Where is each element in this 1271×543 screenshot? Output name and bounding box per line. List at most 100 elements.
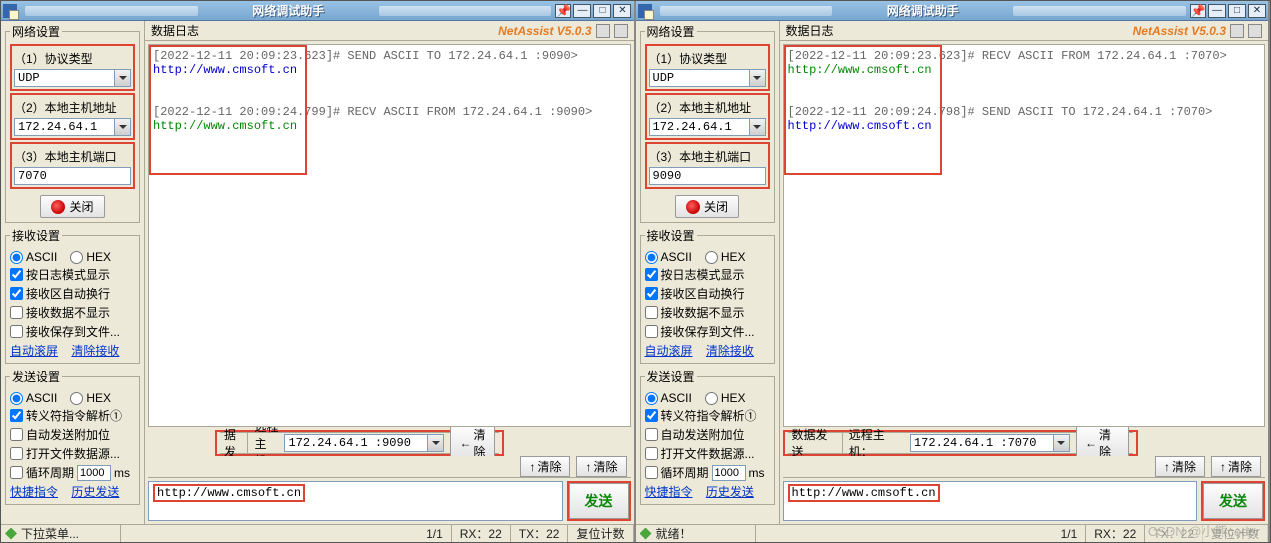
remote-host-select[interactable]: 172.24.64.1 :9090 — [284, 434, 444, 452]
recv-autowrap-check[interactable] — [645, 287, 658, 300]
clearrecv-link[interactable]: 清除接收 — [71, 344, 119, 358]
protocol-type-select[interactable]: UDP — [14, 69, 131, 87]
maximize-button[interactable]: □ — [1228, 4, 1246, 18]
historysend-link[interactable]: 历史发送 — [706, 485, 754, 499]
send-autoappend-check[interactable] — [645, 428, 658, 441]
main-panel: 数据日志 NetAssist V5.0.3 [2022-12-11 20:09:… — [145, 21, 634, 524]
log-area[interactable]: [2022-12-11 20:09:23.623]# SEND ASCII TO… — [148, 44, 631, 427]
record-icon — [686, 200, 700, 214]
minimize-button[interactable]: — — [573, 4, 591, 18]
send-openfile-check[interactable] — [645, 447, 658, 460]
send-button[interactable]: 发送 — [569, 483, 629, 519]
chevron-down-icon[interactable] — [114, 70, 130, 86]
app-window-right: 网络调试助手 📌 — □ ✕ 网络设置 （1）协议类型 UDP （2）本地主机地… — [636, 1, 1271, 542]
pin-icon[interactable]: 📌 — [1190, 4, 1206, 18]
diamond-icon[interactable] — [1230, 24, 1244, 38]
recv-ascii-radio[interactable] — [10, 251, 23, 264]
app-icon — [638, 4, 652, 18]
clear-send-button-2[interactable]: ↑ 清除 — [576, 456, 626, 477]
pin-icon[interactable]: 📌 — [555, 4, 571, 18]
titlebar[interactable]: 网络调试助手 📌 — □ ✕ — [1, 1, 634, 21]
send-input[interactable]: http://www.cmsoft.cn — [148, 481, 563, 521]
send-button[interactable]: 发送 — [1203, 483, 1263, 519]
protocol-type-label: （1）协议类型 — [14, 50, 131, 67]
recv-hex-radio[interactable] — [705, 251, 718, 264]
send-hex-radio[interactable] — [705, 392, 718, 405]
autoscroll-link[interactable]: 自动滚屏 — [645, 344, 693, 358]
protocol-type-select[interactable]: UDP — [649, 69, 766, 87]
status-page: 1/1 — [1053, 525, 1087, 542]
recv-nodisplay-check[interactable] — [10, 306, 23, 319]
diamond-icon[interactable] — [596, 24, 610, 38]
send-loop-check[interactable] — [645, 466, 658, 479]
status-bar: 就绪！ 1/1 RX：22 TX：22 复位计数 CSDN @小熊coder — [636, 524, 1269, 542]
status-rx: RX：22 — [452, 525, 511, 542]
send-ascii-radio[interactable] — [645, 392, 658, 405]
status-rx: RX：22 — [1086, 525, 1145, 542]
record-icon — [51, 200, 65, 214]
send-hex-radio[interactable] — [70, 392, 83, 405]
log-area[interactable]: [2022-12-11 20:09:23.623]# RECV ASCII FR… — [783, 44, 1266, 427]
quickcmd-link[interactable]: 快捷指令 — [10, 485, 58, 499]
chevron-down-icon[interactable] — [427, 435, 443, 451]
local-port-input[interactable]: 9090 — [649, 167, 766, 185]
send-escape-check[interactable] — [10, 409, 23, 422]
app-window-left: 网络调试助手 📌 — □ ✕ 网络设置 （1）协议类型 UDP （2）本地 — [1, 1, 636, 542]
chevron-down-icon[interactable] — [749, 119, 765, 135]
chevron-down-icon[interactable] — [1053, 435, 1069, 451]
status-ready: 就绪！ — [656, 525, 692, 542]
reset-count-button[interactable]: 复位计数 — [568, 525, 633, 542]
autoscroll-link[interactable]: 自动滚屏 — [10, 344, 58, 358]
clear-send-button[interactable]: ↑ 清除 — [520, 456, 570, 477]
quickcmd-link[interactable]: 快捷指令 — [645, 485, 693, 499]
chevron-down-icon[interactable] — [114, 119, 130, 135]
titlebar[interactable]: 网络调试助手 📌 — □ ✕ — [636, 1, 1269, 21]
minimize-button[interactable]: — — [1208, 4, 1226, 18]
local-port-input[interactable]: 7070 — [14, 167, 131, 185]
historysend-link[interactable]: 历史发送 — [71, 485, 119, 499]
sidebar: 网络设置 （1）协议类型 UDP （2）本地主机地址 172.24.64.1 — [1, 21, 145, 524]
remote-host-select[interactable]: 172.24.64.1 :7070 — [910, 434, 1070, 452]
gear-icon[interactable] — [614, 24, 628, 38]
close-window-button[interactable]: ✕ — [1248, 4, 1266, 18]
status-dropdown[interactable]: 下拉菜单... — [21, 525, 79, 542]
send-openfile-check[interactable] — [10, 447, 23, 460]
window-title: 网络调试助手 — [202, 2, 375, 19]
recv-logmode-check[interactable] — [10, 268, 23, 281]
send-autoappend-check[interactable] — [10, 428, 23, 441]
status-icon — [5, 528, 17, 540]
recv-nodisplay-check[interactable] — [645, 306, 658, 319]
local-host-select[interactable]: 172.24.64.1 — [14, 118, 131, 136]
local-host-select[interactable]: 172.24.64.1 — [649, 118, 766, 136]
sidebar: 网络设置 （1）协议类型 UDP （2）本地主机地址 172.24.64.1 — [636, 21, 780, 524]
main-panel: 数据日志 NetAssist V5.0.3 [2022-12-11 20:09:… — [780, 21, 1269, 524]
send-input[interactable]: http://www.cmsoft.cn — [783, 481, 1198, 521]
send-loop-check[interactable] — [10, 466, 23, 479]
receive-settings-group: 接收设置 ASCII HEX 按日志模式显示 接收区自动换行 接收数据不显示 接… — [5, 227, 140, 364]
gear-icon[interactable] — [1248, 24, 1262, 38]
send-period-input[interactable] — [712, 465, 746, 481]
close-window-button[interactable]: ✕ — [613, 4, 631, 18]
clear-send-button[interactable]: ↑ 清除 — [1155, 456, 1205, 477]
recv-hex-radio[interactable] — [70, 251, 83, 264]
recv-logmode-check[interactable] — [645, 268, 658, 281]
send-ascii-radio[interactable] — [10, 392, 23, 405]
recv-autowrap-check[interactable] — [10, 287, 23, 300]
close-connection-button[interactable]: 关闭 — [40, 195, 104, 218]
maximize-button[interactable]: □ — [593, 4, 611, 18]
chevron-down-icon[interactable] — [749, 70, 765, 86]
reset-count-button[interactable]: 复位计数 — [1203, 525, 1268, 542]
receive-settings-group: 接收设置 ASCII HEX 按日志模式显示 接收区自动换行 接收数据不显示 接… — [640, 227, 775, 364]
clearrecv-link[interactable]: 清除接收 — [706, 344, 754, 358]
clear-send-button-2[interactable]: ↑ 清除 — [1211, 456, 1261, 477]
send-period-input[interactable] — [77, 465, 111, 481]
network-settings-group: 网络设置 （1）协议类型 UDP （2）本地主机地址 172.24.64.1 — [640, 23, 775, 223]
recv-savefile-check[interactable] — [645, 325, 658, 338]
remote-host-label: 远程主机： — [849, 426, 904, 460]
close-connection-button[interactable]: 关闭 — [675, 195, 739, 218]
recv-savefile-check[interactable] — [10, 325, 23, 338]
send-escape-check[interactable] — [645, 409, 658, 422]
status-tx: TX：22 — [511, 525, 569, 542]
recv-ascii-radio[interactable] — [645, 251, 658, 264]
local-host-label: （2）本地主机地址 — [14, 99, 131, 116]
